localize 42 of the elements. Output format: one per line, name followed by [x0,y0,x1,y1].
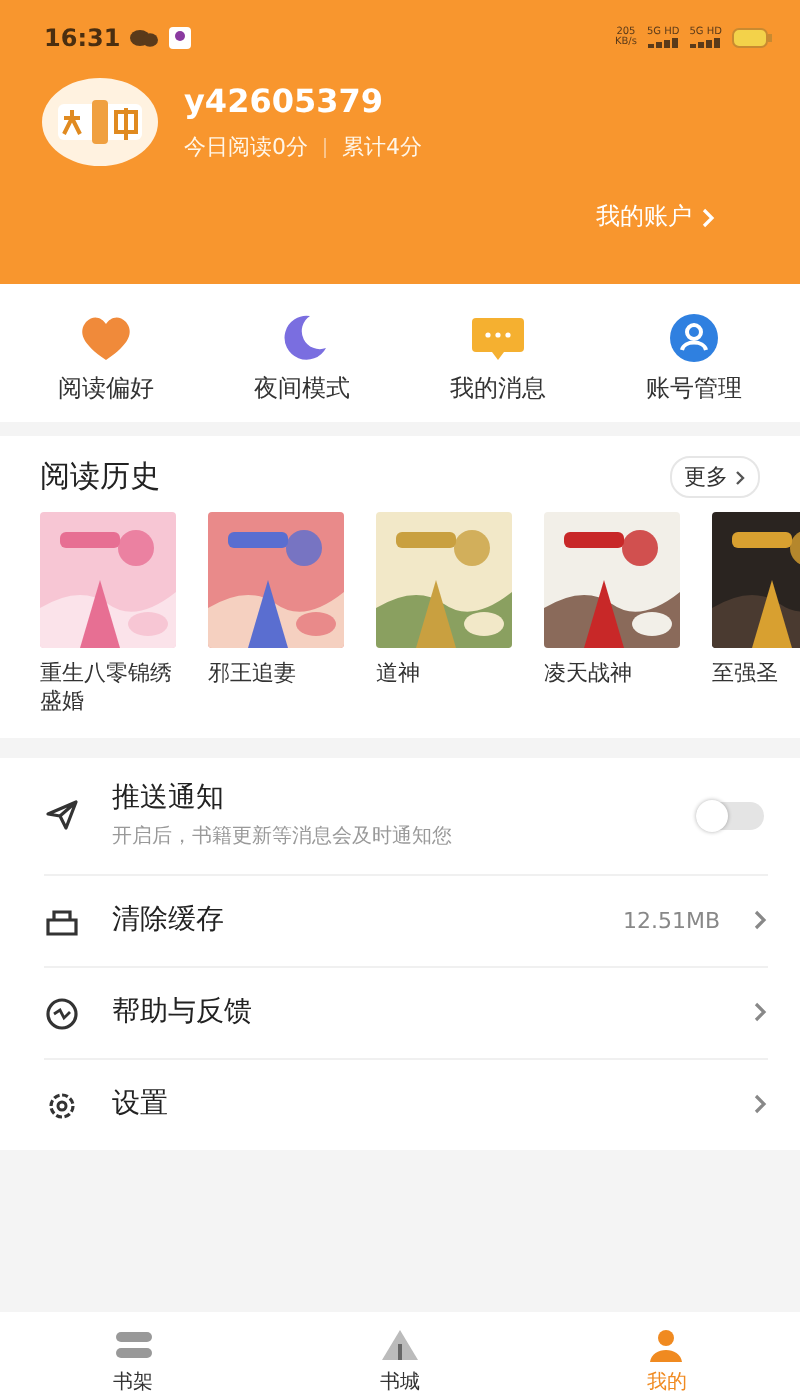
nav-tab[interactable]: 书城 [329,1326,470,1396]
chevron-icon [734,465,746,489]
quick-action[interactable]: 夜间模式 [222,308,382,406]
reading-total: 累计4分 [342,132,422,162]
signal-icon [647,38,680,48]
tent-icon [377,1326,422,1364]
settings-row[interactable]: 推送通知 开启后，书籍更新等消息会及时通知您 [44,757,768,876]
book-title[interactable]: 邪王追妻 [208,660,344,689]
reading-today: 今日阅读0分 [184,132,308,162]
book-title[interactable]: 道神 [376,660,512,689]
row-label: 帮助与反馈 [112,994,254,1031]
more-button[interactable]: 更多 [670,456,760,498]
settings-row[interactable]: 设置 [44,1059,768,1150]
row-label: 清除缓存 [112,902,226,939]
signal-icon [689,38,722,48]
row-label: 设置 [112,1086,170,1123]
toggle-switch[interactable] [696,801,764,830]
row-label: 推送通知 [112,780,226,817]
battery-icon [732,28,772,48]
status-time: 16:31 [44,24,121,52]
quick-action[interactable]: 我的消息 [418,308,578,406]
book-title[interactable]: 凌天战神 [544,660,680,689]
book-title[interactable]: 重生八零锦绣盛婚 [40,660,176,718]
chevron-icon [752,1000,768,1025]
chevron-icon [700,205,716,229]
chevron-icon [752,1092,768,1117]
settings-icon [44,1087,80,1122]
avatar-drawing [40,76,160,168]
username: y42605379 [184,82,385,120]
send-icon [44,798,80,833]
app-icon [168,26,193,50]
quick-action[interactable]: 阅读偏好 [26,308,186,406]
settings-row[interactable]: 清除缓存 12.51MB [44,875,768,968]
book-title[interactable]: 至强圣 [712,660,800,689]
settings-row[interactable]: 帮助与反馈 [44,967,768,1060]
quick-action[interactable]: 账号管理 [614,308,774,406]
shelf-icon [111,1326,156,1364]
nav-tab[interactable]: 书架 [63,1326,204,1396]
row-hint: 开启后，书籍更新等消息会及时通知您 [112,823,454,851]
row-value: 12.51MB [622,907,720,934]
chevron-icon [752,908,768,933]
section-title: 阅读历史 [40,458,160,496]
